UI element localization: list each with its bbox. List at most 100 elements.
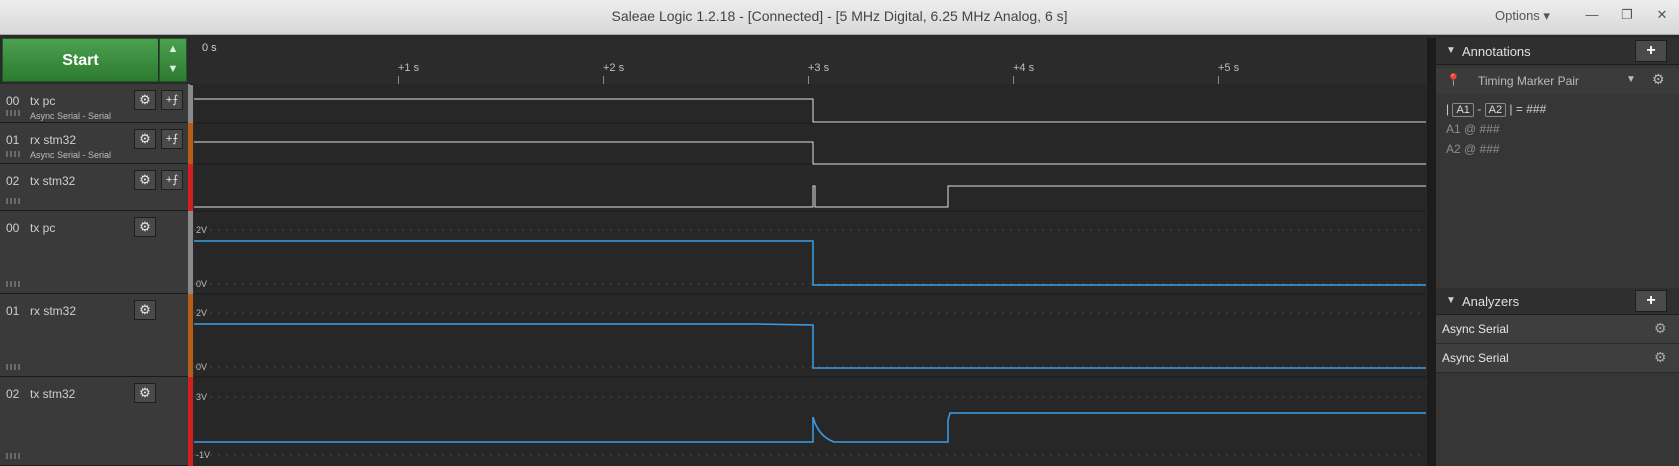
channel-row-analog-1[interactable]: 01 rx stm32 ⚙ — [0, 294, 188, 377]
analyzers-header[interactable]: ▼ Analyzers + — [1436, 288, 1679, 315]
gear-icon[interactable]: ⚙ — [134, 300, 156, 320]
analyzer-item[interactable]: Async Serial ⚙ — [1436, 344, 1679, 373]
channel-number: 01 — [6, 133, 20, 147]
time-tick-mark — [398, 76, 399, 84]
channel-analyzer-label: Async Serial - Serial — [30, 111, 112, 121]
channel-row-digital-1[interactable]: 01 rx stm32 Async Serial - Serial ⚙ +⨍ — [0, 123, 188, 164]
time-tick-mark — [808, 76, 809, 84]
analog-scale-bottom: 0V — [196, 362, 207, 372]
gear-icon[interactable]: ⚙ — [1654, 349, 1667, 366]
analyzers-title: Analyzers — [1462, 294, 1520, 309]
drag-handle-icon[interactable] — [6, 453, 20, 459]
marker-a1-row: A1 @ ### — [1446, 122, 1500, 136]
channel-row-digital-0[interactable]: 00 tx pc Async Serial - Serial ⚙ +⨍ — [0, 84, 188, 123]
gear-icon[interactable]: ⚙ — [134, 90, 156, 110]
digital-trace-tx-stm32 — [194, 185, 1426, 208]
channel-name[interactable]: tx pc — [30, 221, 55, 235]
channel-row-digital-2[interactable]: 02 tx stm32 ⚙ +⨍ — [0, 164, 188, 211]
add-analyzer-button[interactable]: + — [1635, 290, 1667, 312]
analog-scale-bottom: -1V — [196, 450, 210, 460]
right-panel: ▼ Annotations + 📍 Timing Marker Pair ▼ ⚙… — [1436, 38, 1679, 466]
chevron-down-icon[interactable]: ▼ — [1626, 74, 1636, 85]
analog-scale-top: 2V — [196, 308, 207, 318]
channel-row-analog-2[interactable]: 02 tx stm32 ⚙ — [0, 377, 188, 466]
annotations-header[interactable]: ▼ Annotations + — [1436, 38, 1679, 65]
gear-icon[interactable]: ⚙ — [134, 170, 156, 190]
start-button[interactable]: Start — [2, 38, 158, 82]
channel-color-stripe — [188, 377, 193, 466]
digital-trace-tx-pc — [194, 98, 1426, 123]
waveform-canvas[interactable]: 2V 0V 2V 0V 3V -1V — [194, 84, 1426, 466]
drag-handle-icon[interactable] — [6, 110, 20, 116]
channel-color-stripe — [188, 123, 193, 164]
marker-a2-row: A2 @ ### — [1446, 142, 1500, 156]
channel-name[interactable]: tx stm32 — [30, 174, 75, 188]
drag-handle-icon[interactable] — [6, 281, 20, 287]
analog-scale-top: 3V — [196, 392, 207, 402]
time-tick-mark — [603, 76, 604, 84]
analog-trace-rx-stm32 — [194, 323, 1426, 369]
pin-icon[interactable]: 📍 — [1446, 73, 1461, 87]
channel-color-stripe — [188, 294, 193, 377]
channel-name[interactable]: rx stm32 — [30, 304, 76, 318]
channel-color-stripe — [188, 84, 193, 123]
marker-a1-badge[interactable]: A1 — [1452, 103, 1474, 117]
title-bar: Saleae Logic 1.2.18 - [Connected] - [5 M… — [0, 0, 1679, 35]
gear-icon[interactable]: ⚙ — [134, 129, 156, 149]
drag-handle-icon[interactable] — [6, 364, 20, 370]
time-tick-label: +3 s — [808, 62, 830, 74]
trigger-edge-icon[interactable]: +⨍ — [161, 170, 183, 190]
channel-number: 00 — [6, 94, 20, 108]
collapse-triangle-icon[interactable]: ▼ — [1446, 45, 1456, 56]
timing-marker-pair-row[interactable]: 📍 Timing Marker Pair ▼ ⚙ — [1436, 68, 1679, 94]
add-annotation-button[interactable]: + — [1635, 40, 1667, 62]
channel-number: 00 — [6, 221, 20, 235]
marker-delta-row: | A1 - A2 | = ### — [1446, 102, 1547, 117]
trigger-edge-icon[interactable]: +⨍ — [161, 129, 183, 149]
drag-handle-icon[interactable] — [6, 198, 20, 204]
channel-number: 01 — [6, 304, 20, 318]
channel-row-analog-0[interactable]: 00 tx pc ⚙ — [0, 211, 188, 294]
time-tick-label: +5 s — [1218, 62, 1240, 74]
maximize-button[interactable]: ❐ — [1612, 4, 1642, 26]
time-origin-label: 0 s — [202, 42, 217, 54]
channel-name[interactable]: tx pc — [30, 94, 55, 108]
start-options[interactable]: ▲ ▼ — [159, 38, 187, 82]
gear-icon[interactable]: ⚙ — [1654, 320, 1667, 337]
analyzer-item[interactable]: Async Serial ⚙ — [1436, 315, 1679, 344]
gear-icon[interactable]: ⚙ — [1652, 71, 1665, 88]
channel-number: 02 — [6, 174, 20, 188]
panel-splitter[interactable] — [1427, 38, 1436, 466]
analyzer-name: Async Serial — [1442, 351, 1509, 365]
timing-marker-pair-label: Timing Marker Pair — [1478, 74, 1579, 88]
chevron-down-icon[interactable]: ▼ — [160, 59, 186, 79]
marker-delta-value: = ### — [1515, 102, 1547, 116]
time-tick-mark — [1218, 76, 1219, 84]
gear-icon[interactable]: ⚙ — [134, 217, 156, 237]
analyzer-name: Async Serial — [1442, 322, 1509, 336]
drag-handle-icon[interactable] — [6, 151, 20, 157]
trigger-edge-icon[interactable]: +⨍ — [161, 90, 183, 110]
analog-trace-tx-pc — [194, 240, 1426, 286]
gear-icon[interactable]: ⚙ — [134, 383, 156, 403]
channel-color-stripe — [188, 211, 193, 294]
window-title: Saleae Logic 1.2.18 - [Connected] - [5 M… — [611, 8, 1068, 24]
chevron-up-icon[interactable]: ▲ — [160, 39, 186, 59]
analog-trace-tx-stm32 — [194, 412, 1426, 443]
digital-trace-rx-stm32 — [194, 141, 1426, 165]
collapse-triangle-icon[interactable]: ▼ — [1446, 295, 1456, 306]
time-tick-label: +1 s — [398, 62, 420, 74]
time-ruler[interactable]: 0 s +1 s +2 s +3 s +4 s +5 s — [190, 38, 1426, 85]
annotations-title: Annotations — [1462, 44, 1531, 59]
minimize-button[interactable]: — — [1577, 4, 1607, 26]
time-tick-label: +2 s — [603, 62, 625, 74]
channel-number: 02 — [6, 387, 20, 401]
analog-scale-top: 2V — [196, 225, 207, 235]
time-tick-label: +4 s — [1013, 62, 1035, 74]
channel-name[interactable]: tx stm32 — [30, 387, 75, 401]
options-menu[interactable]: Options ▾ — [1495, 8, 1550, 24]
channel-analyzer-label: Async Serial - Serial — [30, 150, 112, 160]
channel-name[interactable]: rx stm32 — [30, 133, 76, 147]
close-button[interactable]: ✕ — [1647, 4, 1677, 26]
marker-a2-badge[interactable]: A2 — [1484, 103, 1507, 117]
